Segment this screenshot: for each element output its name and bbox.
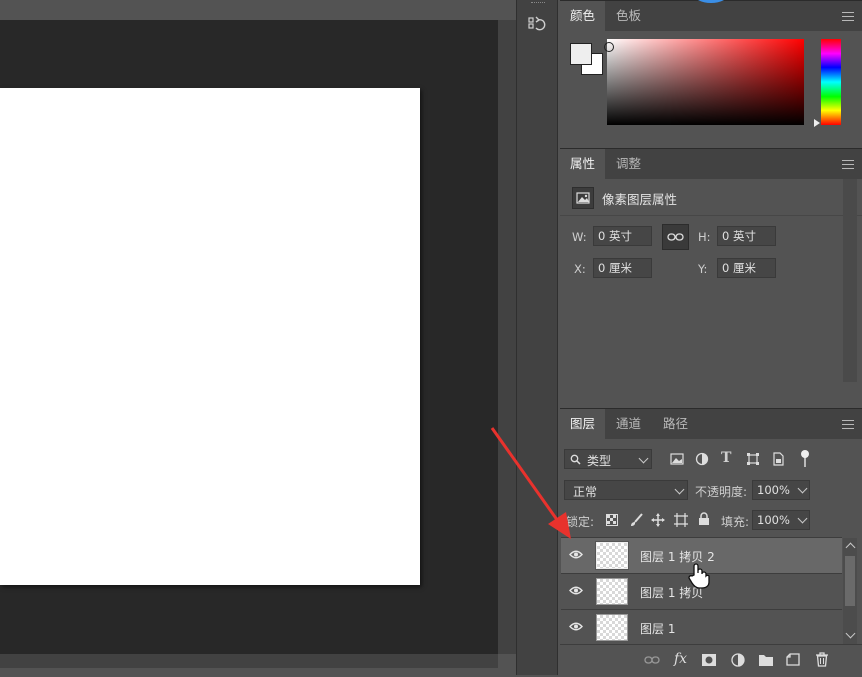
shape-filter-icon[interactable] bbox=[746, 452, 760, 466]
eye-icon[interactable] bbox=[569, 622, 583, 631]
link-layers-icon[interactable] bbox=[644, 655, 660, 665]
link-icon bbox=[667, 233, 684, 241]
lock-transparency-icon[interactable] bbox=[606, 514, 618, 526]
tab-swatches[interactable]: 色板 bbox=[606, 1, 651, 31]
layer-thumbnail[interactable] bbox=[596, 578, 628, 605]
opacity-label: 不透明度: bbox=[695, 485, 748, 499]
pixel-filter-icon[interactable] bbox=[670, 452, 684, 466]
layer-name[interactable]: 图层 1 bbox=[640, 620, 675, 637]
color-picker-handle[interactable] bbox=[604, 42, 614, 52]
tab-adjustments[interactable]: 调整 bbox=[606, 149, 651, 179]
history-icon bbox=[528, 16, 546, 31]
layer-thumbnail[interactable] bbox=[595, 541, 629, 570]
chevron-down-icon bbox=[638, 453, 649, 464]
filter-toggle-icon[interactable] bbox=[800, 449, 810, 469]
filter-kind-label: 类型 bbox=[587, 454, 612, 468]
height-field[interactable]: 0 英寸 bbox=[717, 226, 776, 246]
type-filter-icon[interactable]: T bbox=[721, 450, 731, 466]
foreground-color-swatch[interactable] bbox=[570, 43, 592, 65]
properties-title: 像素图层属性 bbox=[602, 192, 678, 207]
smart-object-filter-icon[interactable] bbox=[771, 452, 785, 466]
panel-menu-icon[interactable] bbox=[842, 420, 854, 429]
properties-panel-tabbar: 属性 调整 bbox=[560, 149, 862, 179]
properties-panel: 属性 调整 像素图层属性 W: 0 英寸 H: 0 英寸 X: 0 厘米 Y: … bbox=[560, 148, 862, 411]
horizontal-scrollbar[interactable] bbox=[0, 654, 498, 668]
layer-style-fx-icon[interactable]: fx bbox=[674, 651, 687, 667]
width-field[interactable]: 0 英寸 bbox=[593, 226, 652, 246]
link-dimensions-button[interactable] bbox=[662, 224, 689, 250]
hue-slider[interactable] bbox=[821, 39, 841, 125]
hue-slider-handle[interactable] bbox=[814, 119, 820, 127]
tab-paths[interactable]: 路径 bbox=[653, 409, 698, 439]
new-group-folder-icon[interactable] bbox=[758, 653, 774, 667]
width-label: W: bbox=[572, 230, 587, 244]
vertical-scrollbar[interactable] bbox=[498, 20, 516, 654]
height-label: H: bbox=[698, 230, 711, 244]
properties-scrollbar[interactable] bbox=[843, 179, 857, 382]
chevron-down-icon bbox=[674, 484, 685, 495]
trash-icon[interactable] bbox=[815, 652, 829, 667]
color-panel: 颜色 色板 bbox=[560, 0, 862, 149]
new-layer-icon[interactable] bbox=[786, 653, 800, 667]
tab-channels[interactable]: 通道 bbox=[606, 409, 651, 439]
fill-label: 填充: bbox=[721, 515, 750, 529]
strip-grip[interactable] bbox=[531, 2, 545, 5]
lock-pixels-brush-icon[interactable] bbox=[629, 513, 643, 527]
panel-menu-icon[interactable] bbox=[842, 160, 854, 169]
chevron-up-icon[interactable] bbox=[845, 542, 856, 553]
eye-icon[interactable] bbox=[569, 550, 583, 559]
tab-color[interactable]: 颜色 bbox=[560, 1, 606, 31]
lock-position-move-icon[interactable] bbox=[651, 513, 665, 527]
panel-menu-icon[interactable] bbox=[842, 12, 854, 21]
layer-row[interactable]: 图层 1 bbox=[561, 609, 842, 645]
color-field[interactable] bbox=[607, 39, 804, 125]
new-adjustment-layer-icon[interactable] bbox=[731, 653, 747, 669]
lock-all-icon[interactable] bbox=[698, 512, 710, 526]
y-field[interactable]: 0 厘米 bbox=[717, 258, 776, 278]
document-canvas[interactable] bbox=[0, 88, 420, 585]
history-panel-button[interactable] bbox=[520, 8, 554, 42]
layers-footer: fx bbox=[560, 644, 862, 677]
chevron-down-icon[interactable] bbox=[845, 628, 856, 639]
layers-scrollbar-thumb[interactable] bbox=[845, 556, 855, 606]
tab-properties[interactable]: 属性 bbox=[560, 149, 606, 179]
annotation-arrow bbox=[490, 427, 571, 539]
lock-artboard-icon[interactable] bbox=[674, 513, 688, 527]
color-panel-tabbar: 颜色 色板 bbox=[560, 1, 862, 31]
x-label: X: bbox=[574, 262, 586, 276]
pixel-layer-icon bbox=[572, 187, 594, 209]
blend-mode-dropdown[interactable]: 正常 bbox=[564, 480, 688, 500]
add-mask-icon[interactable] bbox=[702, 653, 716, 667]
layer-thumbnail[interactable] bbox=[596, 614, 628, 641]
x-field[interactable]: 0 厘米 bbox=[593, 258, 652, 278]
adjustment-filter-icon[interactable] bbox=[695, 452, 709, 466]
y-label: Y: bbox=[698, 262, 708, 276]
eye-icon[interactable] bbox=[569, 586, 583, 595]
collapsed-panel-strip bbox=[516, 0, 558, 675]
properties-header: 像素图层属性 bbox=[560, 179, 862, 216]
layers-panel-tabbar: 图层 通道 路径 bbox=[560, 409, 862, 439]
layers-scrollbar[interactable] bbox=[843, 538, 857, 644]
hand-cursor-icon bbox=[688, 563, 710, 589]
